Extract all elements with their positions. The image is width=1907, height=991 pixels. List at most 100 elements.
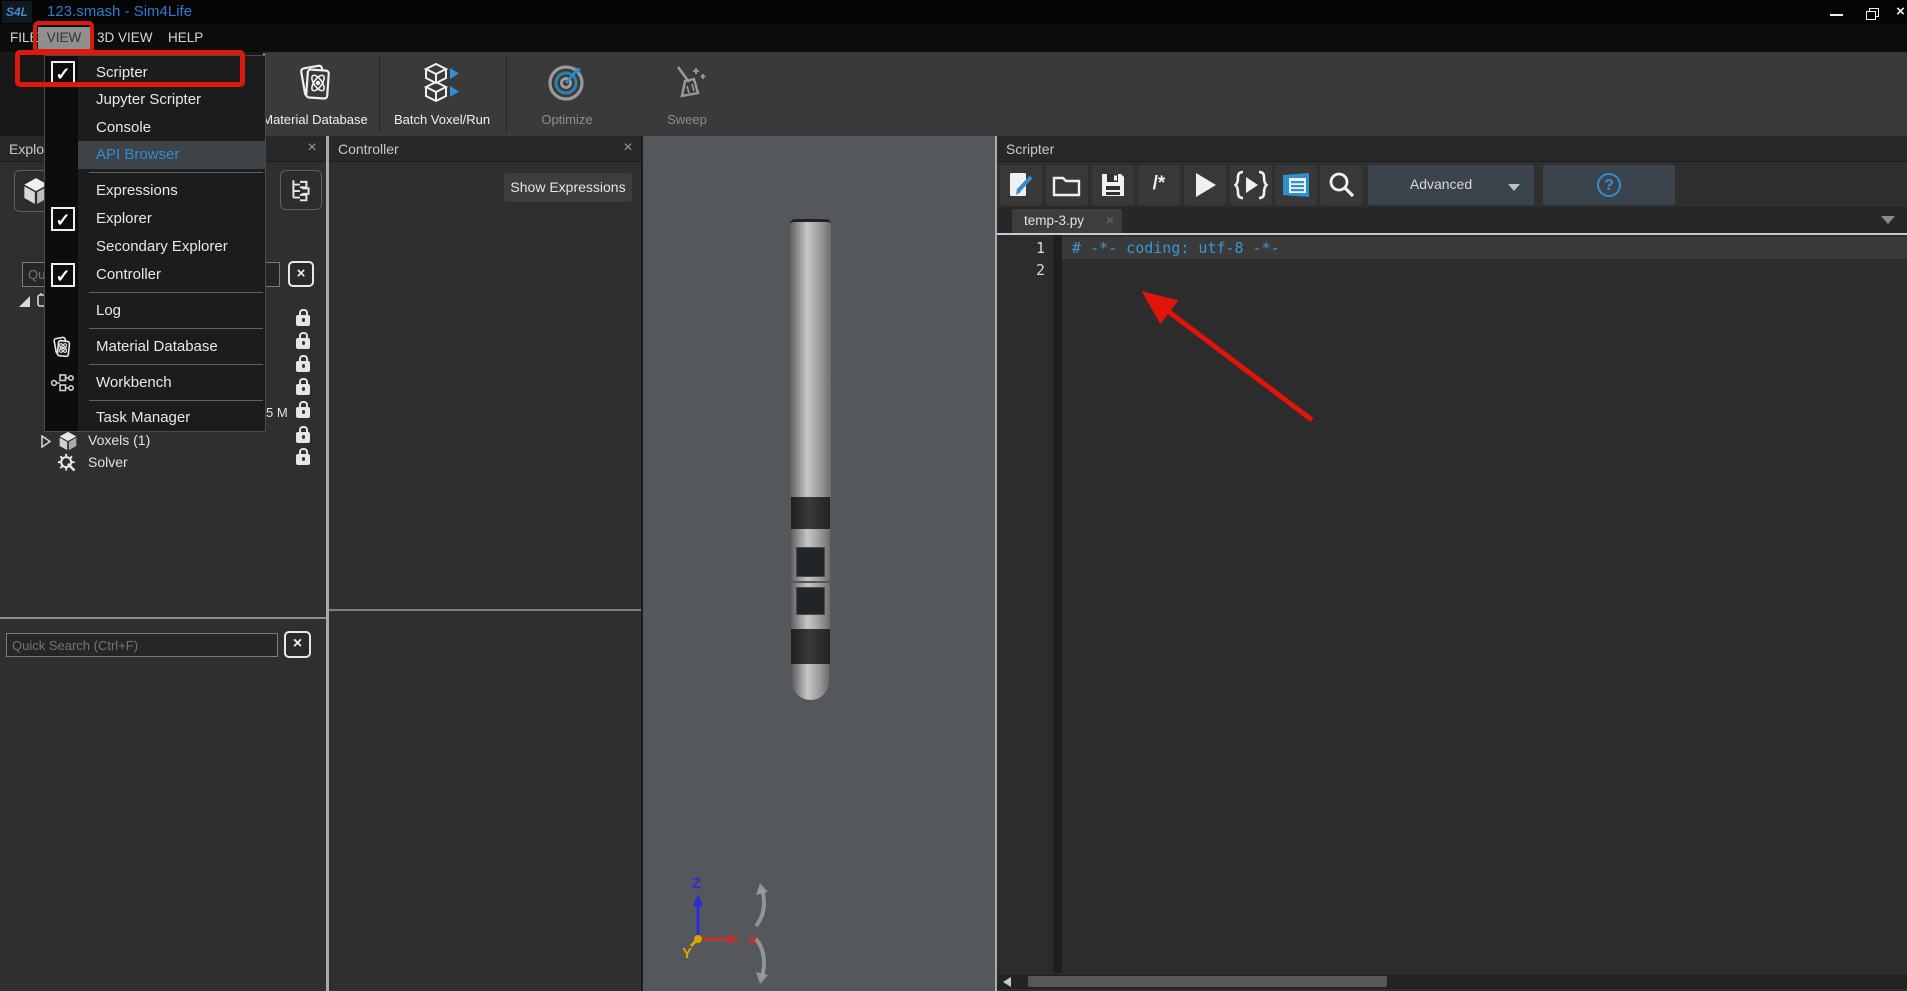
lock-icon[interactable]	[296, 361, 310, 372]
quick-search-input[interactable]	[7, 634, 277, 656]
show-expressions-button[interactable]: Show Expressions	[504, 173, 632, 202]
tree-item-label: Solver	[88, 454, 128, 470]
window-title: 123.smash - Sim4Life	[47, 3, 192, 20]
restore-button[interactable]	[1862, 4, 1888, 21]
menu-separator	[89, 364, 263, 365]
batch-voxel-run-icon	[420, 60, 464, 104]
viewport-3d[interactable]: Z X Y	[643, 136, 995, 991]
annotation-arrow	[1100, 268, 1340, 438]
solver-icon	[57, 453, 77, 473]
lock-icon[interactable]	[296, 384, 310, 395]
title-bar: S4L 123.smash - Sim4Life ×	[0, 0, 1907, 24]
new-script-button[interactable]	[1000, 165, 1042, 205]
tree-row-solver[interactable]: Solver	[0, 452, 290, 475]
run-selection-button[interactable]	[1230, 165, 1272, 205]
menu-help[interactable]: HELP	[168, 27, 203, 49]
probe-segment[interactable]	[791, 529, 830, 543]
menu-item-api-browser[interactable]: API Browser	[78, 141, 265, 169]
save-icon	[1099, 171, 1127, 199]
menu-separator	[89, 292, 263, 293]
close-icon[interactable]: ×	[619, 139, 637, 157]
comment-button[interactable]: /*	[1138, 165, 1180, 205]
tab-temp-3[interactable]: temp-3.py ×	[1012, 209, 1122, 233]
lock-icon[interactable]	[296, 454, 310, 465]
lock-icon[interactable]	[296, 315, 310, 326]
new-script-icon	[1007, 171, 1035, 199]
menu-item-controller[interactable]: Controller	[45, 261, 265, 289]
annotation-box-scripter	[15, 50, 245, 87]
scripter-header: Scripter	[997, 136, 1907, 162]
advanced-label: Advanced	[1368, 176, 1514, 192]
menu-item-console[interactable]: Console	[45, 114, 265, 142]
optimize-button[interactable]: Optimize	[509, 58, 625, 134]
close-icon[interactable]: ×	[303, 139, 321, 157]
chevron-down-icon	[1508, 184, 1520, 191]
horizontal-scrollbar[interactable]	[997, 974, 1907, 989]
run-script-button[interactable]	[1184, 165, 1226, 205]
tab-close-icon[interactable]: ×	[1106, 212, 1114, 228]
scroll-left-arrow-icon[interactable]	[1003, 977, 1011, 987]
scrollbar-thumb[interactable]	[1028, 976, 1387, 987]
code-line-1: # -*- coding: utf-8 -*-	[1072, 237, 1280, 259]
menu-item-material-database[interactable]: Material Database	[45, 333, 265, 361]
probe-band[interactable]	[791, 629, 830, 664]
controller-panel: Controller × Show Expressions	[329, 136, 641, 991]
menu-item-log[interactable]: Log	[45, 297, 265, 325]
toolbar-separator	[379, 56, 380, 132]
tree-expanded-arrow-icon[interactable]	[18, 295, 31, 308]
sweep-button[interactable]: Sweep	[629, 58, 745, 134]
scripter-panel: Scripter	[997, 136, 1907, 991]
explorer-splitter[interactable]	[0, 617, 326, 619]
tab-list-chevron-icon[interactable]	[1881, 216, 1895, 224]
advanced-dropdown[interactable]: Advanced	[1368, 165, 1534, 205]
open-script-button[interactable]	[1046, 165, 1088, 205]
lock-icon[interactable]	[296, 407, 310, 418]
controller-header: Controller ×	[329, 136, 641, 162]
app-window: S4L 123.smash - Sim4Life × FILE VIEW 3D …	[0, 0, 1907, 991]
menu-item-workbench[interactable]: Workbench	[45, 369, 265, 397]
save-script-button[interactable]	[1092, 165, 1134, 205]
probe-electrode[interactable]	[791, 543, 830, 581]
menu-item-secondary-explorer[interactable]: Secondary Explorer	[45, 233, 265, 261]
lock-icon[interactable]	[296, 338, 310, 349]
line-number: 2	[997, 259, 1045, 281]
tree-row-voxels[interactable]: Voxels (1)	[0, 430, 290, 453]
material-database-button[interactable]: Material Database	[257, 58, 373, 134]
partial-size-label: 5 M	[266, 405, 288, 420]
search-script-button[interactable]	[1320, 165, 1362, 205]
probe-electrode[interactable]	[791, 583, 830, 619]
scripter-toolbar: /*	[997, 163, 1907, 207]
close-button[interactable]: ×	[1894, 4, 1907, 21]
checkbox-checked-icon[interactable]: ✓	[51, 263, 75, 287]
lock-icon[interactable]	[296, 432, 310, 443]
explorer-search-clear-button[interactable]: ×	[288, 261, 314, 287]
menu-separator	[89, 400, 263, 401]
material-database-icon	[50, 335, 74, 359]
batch-voxel-run-button[interactable]: Batch Voxel/Run	[384, 58, 500, 134]
run-selection-icon	[1234, 170, 1268, 200]
menu-separator	[89, 328, 263, 329]
gutter-separator	[1053, 235, 1062, 973]
console-icon	[1281, 172, 1311, 198]
probe-band[interactable]	[791, 497, 830, 529]
controller-splitter[interactable]	[329, 609, 641, 611]
menu-item-expressions[interactable]: Expressions	[45, 177, 265, 205]
checkbox-checked-icon[interactable]: ✓	[51, 207, 75, 231]
tree-view-button[interactable]	[280, 170, 322, 210]
probe-segment[interactable]	[791, 619, 830, 629]
axis-z-label: Z	[692, 875, 701, 892]
sweep-icon	[665, 60, 709, 104]
help-button[interactable]: ?	[1543, 165, 1675, 205]
minimize-button[interactable]	[1824, 4, 1850, 21]
menu-item-jupyter-scripter[interactable]: Jupyter Scripter	[45, 86, 265, 114]
optimize-icon	[545, 60, 589, 104]
menu-bar: FILE VIEW 3D VIEW HELP	[0, 24, 1907, 52]
quick-search-clear-button[interactable]: ×	[284, 631, 311, 658]
menu-item-explorer[interactable]: Explorer	[45, 205, 265, 233]
probe-shaft[interactable]	[790, 219, 831, 497]
probe-tip[interactable]	[792, 664, 829, 700]
menu-item-task-manager[interactable]: Task Manager	[45, 404, 265, 432]
console-log-button[interactable]	[1275, 165, 1317, 205]
tree-collapsed-arrow-icon[interactable]	[40, 435, 52, 448]
menu-3d-view[interactable]: 3D VIEW	[97, 27, 153, 49]
